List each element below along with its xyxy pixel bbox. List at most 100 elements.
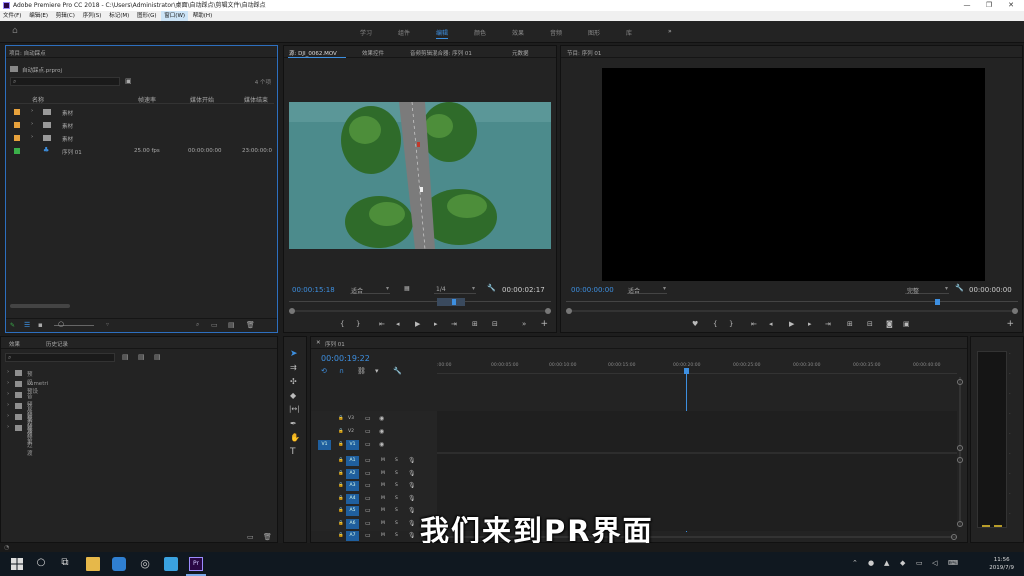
track-target-button[interactable]: A5 — [346, 506, 359, 516]
mark-in-icon[interactable]: { — [340, 320, 344, 328]
source-fit-select[interactable]: 适合 ▾ — [350, 285, 390, 295]
program-fit-select[interactable]: 适合 ▾ — [627, 285, 667, 295]
lock-icon[interactable]: 🔒 — [338, 533, 344, 538]
minimize-button[interactable]: — — [956, 0, 978, 11]
ripple-edit-tool-icon[interactable]: ✣ — [290, 377, 297, 386]
step-forward-icon[interactable]: ▸ — [808, 320, 812, 328]
tray-icon[interactable]: ▲ — [884, 559, 889, 567]
track-target-button[interactable]: A3 — [346, 481, 359, 491]
mute-icon[interactable]: M — [381, 533, 385, 538]
compare-view-icon[interactable]: ▣ — [903, 320, 910, 328]
sync-lock-icon[interactable]: ▭ — [365, 470, 371, 477]
solo-icon[interactable]: S — [395, 533, 398, 538]
menu-edit[interactable]: 编辑(E) — [26, 11, 51, 21]
program-quality-select[interactable]: 完整 ▾ — [905, 285, 949, 295]
sync-lock-icon[interactable]: ▭ — [365, 532, 371, 539]
program-video-frame[interactable] — [602, 68, 985, 281]
new-custom-bin-icon[interactable]: ▭ — [247, 533, 254, 541]
solo-icon[interactable]: S — [395, 458, 398, 463]
eye-icon[interactable]: ◉ — [379, 415, 384, 422]
tab-source[interactable]: 源: DJI_0062.MOV — [289, 49, 337, 57]
button-editor-icon[interactable]: + — [540, 319, 548, 329]
program-playhead[interactable] — [935, 299, 940, 305]
selection-tool-icon[interactable]: ➤ — [290, 349, 298, 359]
label-color-chip[interactable] — [14, 135, 20, 141]
lock-icon[interactable]: 🔒 — [338, 483, 344, 488]
lift-icon[interactable]: ⊞ — [847, 320, 853, 328]
go-to-in-icon[interactable]: ⇤ — [751, 320, 757, 328]
solo-icon[interactable]: S — [395, 483, 398, 488]
source-playhead[interactable] — [452, 299, 456, 305]
button-editor-icon[interactable]: + — [1006, 319, 1014, 329]
lock-icon[interactable]: 🔒 — [338, 521, 344, 526]
network-icon[interactable]: ▭ — [916, 559, 923, 567]
track-target-button[interactable]: A2 — [346, 468, 359, 479]
label-color-chip[interactable] — [14, 148, 20, 154]
tray-icon[interactable]: ⌃ — [852, 559, 858, 567]
program-time-ruler[interactable] — [566, 298, 1018, 306]
track-target-button[interactable]: A4 — [346, 493, 359, 504]
source-time-ruler[interactable] — [289, 298, 551, 306]
column-name[interactable]: 名称 — [32, 95, 44, 104]
solo-icon[interactable]: S — [395, 496, 398, 501]
track-select-tool-icon[interactable]: ⇉ — [290, 363, 297, 372]
source-video-frame[interactable] — [289, 102, 551, 249]
chevron-right-icon[interactable]: › — [31, 121, 33, 127]
tray-icon[interactable]: ● — [868, 559, 874, 567]
input-method-icon[interactable]: ⌨ — [948, 559, 958, 567]
sort-icon[interactable]: ▿ — [106, 321, 109, 328]
razor-tool-icon[interactable]: ◆ — [290, 391, 296, 400]
wrench-icon[interactable]: 🔧 — [955, 284, 964, 292]
chevron-right-icon[interactable]: › — [31, 134, 33, 140]
mute-icon[interactable]: M — [381, 458, 385, 463]
track-target-button[interactable]: A7 — [346, 531, 359, 541]
delete-icon[interactable]: 🗑 — [263, 533, 272, 541]
pen-tool-icon[interactable]: ✒ — [290, 419, 297, 428]
go-to-out-icon[interactable]: ⇥ — [825, 320, 831, 328]
solo-icon[interactable]: S — [395, 471, 398, 476]
mute-icon[interactable]: M — [381, 496, 385, 501]
close-button[interactable]: ✕ — [1000, 0, 1022, 11]
program-zoom-bar[interactable] — [566, 308, 1018, 314]
file-explorer-icon[interactable] — [86, 557, 100, 571]
lock-icon[interactable]: 🔒 — [338, 458, 344, 463]
voice-over-icon[interactable]: 🎙 — [408, 470, 416, 477]
linked-selection-icon[interactable]: ⛓ — [357, 367, 366, 375]
sync-lock-icon[interactable]: ▭ — [365, 520, 371, 527]
sync-lock-icon[interactable]: ▭ — [365, 507, 371, 514]
sync-lock-icon[interactable]: ▭ — [365, 495, 371, 502]
workspace-learn[interactable]: 学习 — [360, 28, 372, 37]
tab-sequence[interactable]: 序列 01 — [325, 340, 345, 348]
label-color-chip[interactable] — [14, 122, 20, 128]
play-icon[interactable]: ▶ — [415, 320, 420, 328]
menu-help[interactable]: 帮助(H) — [190, 11, 215, 21]
go-to-out-icon[interactable]: ⇥ — [451, 320, 457, 328]
tray-icon[interactable]: ◆ — [900, 559, 905, 567]
play-icon[interactable]: ▶ — [789, 320, 794, 328]
voice-over-icon[interactable]: 🎙 — [408, 482, 416, 489]
home-icon[interactable]: ⌂ — [12, 26, 18, 36]
new-bin-icon[interactable]: ▭ — [211, 321, 218, 329]
column-frame-rate[interactable]: 帧速率 — [138, 95, 156, 104]
new-item-icon[interactable]: ▤ — [228, 321, 235, 329]
overwrite-icon[interactable]: ⊟ — [492, 320, 498, 328]
nest-icon[interactable]: ⟲ — [321, 367, 327, 375]
yuv-effects-icon[interactable]: ▤ — [154, 353, 161, 361]
program-timecode[interactable]: 00:00:00:00 — [571, 286, 614, 294]
chevron-right-icon[interactable]: › — [31, 108, 33, 114]
voice-over-icon[interactable]: 🎙 — [408, 507, 416, 514]
horizontal-scrollbar[interactable] — [10, 304, 70, 308]
lock-icon[interactable]: 🔒 — [338, 429, 344, 434]
lock-icon[interactable]: 🔒 — [338, 442, 344, 447]
step-back-icon[interactable]: ◂ — [396, 320, 400, 328]
workspace-graphics[interactable]: 图形 — [588, 28, 600, 37]
solo-icon[interactable]: S — [395, 521, 398, 526]
workspace-audio[interactable]: 音频 — [550, 28, 562, 37]
effects-search-input[interactable]: ⌕ — [5, 353, 115, 362]
menu-marker[interactable]: 标记(M) — [106, 11, 132, 21]
maximize-button[interactable]: ❐ — [978, 0, 1000, 11]
add-marker-icon[interactable]: ♥ — [692, 320, 698, 328]
mark-out-icon[interactable]: } — [729, 320, 733, 328]
sync-lock-icon[interactable]: ▭ — [365, 482, 371, 489]
workspace-editing[interactable]: 编辑 — [436, 28, 449, 39]
